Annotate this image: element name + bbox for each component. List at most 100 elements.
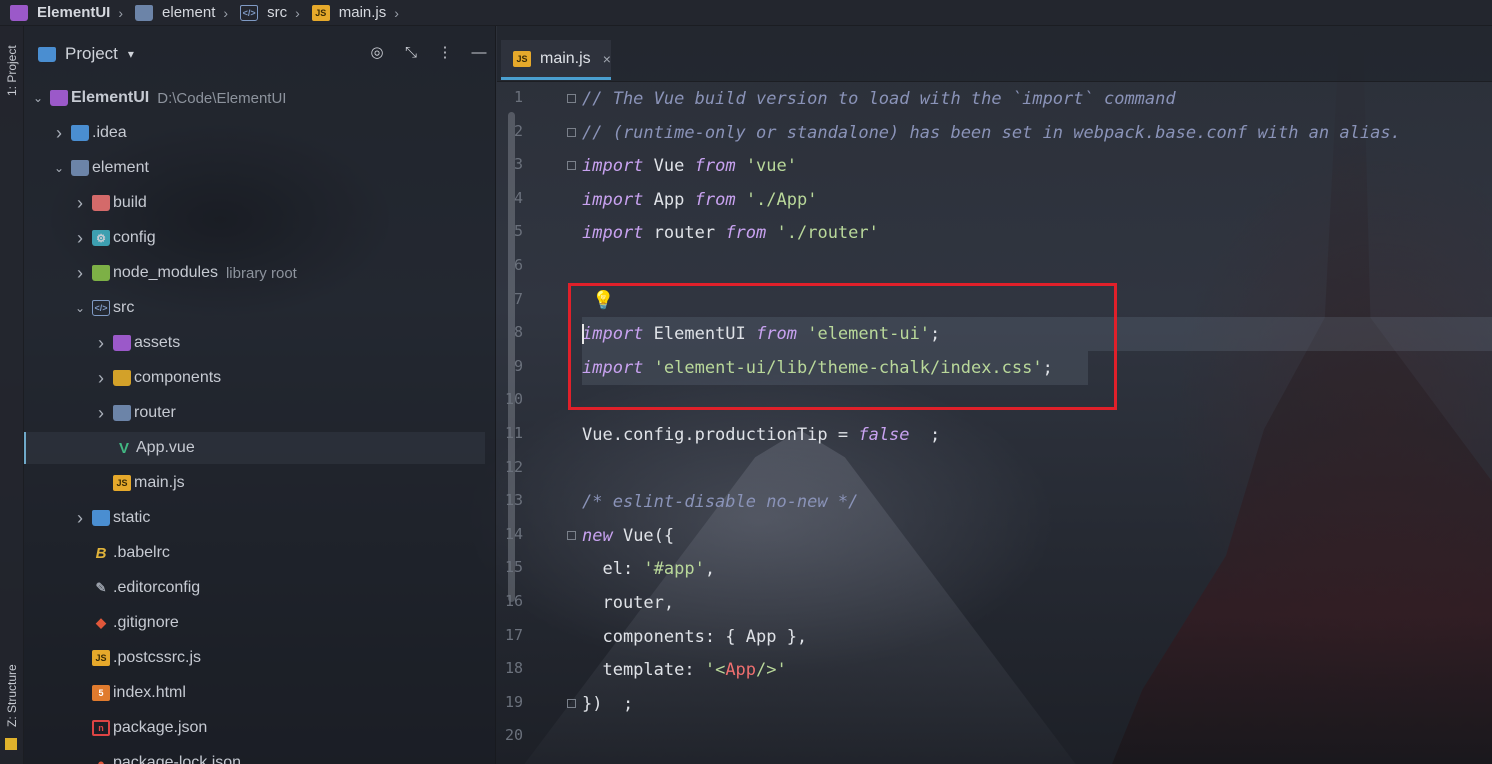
line-number: 3 (513, 155, 523, 174)
chevron-right-icon[interactable]: › (72, 263, 88, 284)
close-icon[interactable]: × (603, 51, 611, 67)
tree-item-label: ElementUI (71, 89, 150, 106)
folder-icon (92, 510, 110, 526)
code-token: './router' (776, 223, 879, 244)
tree-item-postcssrc-js[interactable]: JS .postcssrc.js (24, 642, 485, 674)
tree-item-label: router (134, 404, 176, 421)
code-token: import (582, 156, 644, 177)
chevron-right-icon[interactable]: › (93, 403, 109, 424)
code-token: import (582, 324, 644, 345)
chevron-right-icon[interactable]: › (72, 193, 88, 214)
fold-marker-icon[interactable] (567, 94, 576, 103)
tree-item-idea[interactable]: › .idea (24, 117, 485, 149)
tree-item-editorconfig[interactable]: ✎ .editorconfig (24, 572, 485, 604)
chevron-down-icon[interactable]: ⌄ (51, 161, 67, 175)
tree-item-index-html[interactable]: 5 index.html (24, 677, 485, 709)
tree-item-gitignore[interactable]: ◆ .gitignore (24, 607, 485, 639)
chevron-right-icon: › (394, 4, 399, 21)
project-tool-tab[interactable]: 1: Project (2, 36, 22, 106)
code-line: 💡 (582, 284, 1492, 318)
tree-item-main-js[interactable]: JS main.js (24, 467, 485, 499)
line-number: 18 (504, 659, 523, 678)
code-line: /* eslint-disable no-new */ (582, 485, 1492, 519)
tab-main-js[interactable]: JS main.js × (501, 40, 611, 80)
breadcrumb-project[interactable]: ElementUI (6, 0, 110, 26)
code-line: Vue.config.productionTip = false ; (582, 418, 1492, 452)
tree-item-node-modules[interactable]: › node_modules library root (24, 257, 485, 289)
tree-item-app-vue[interactable]: V App.vue (24, 432, 485, 464)
npm-icon: n (92, 720, 110, 736)
babel-icon: B (95, 544, 107, 562)
line-number: 13 (504, 491, 523, 510)
breadcrumb-src[interactable]: </> src (236, 0, 287, 26)
project-view-selector[interactable]: Project ▾ (34, 44, 134, 64)
more-vertical-icon[interactable]: ⋮ (435, 40, 455, 64)
editorconfig-icon: ✎ (95, 580, 107, 595)
breadcrumb-element[interactable]: element (131, 0, 215, 26)
tree-item-hint: library root (225, 264, 297, 282)
favorites-icon[interactable] (5, 738, 17, 750)
code-area[interactable]: // The Vue build version to load with th… (582, 82, 1492, 764)
chevron-down-icon: ▾ (127, 47, 134, 61)
fold-marker-icon[interactable] (567, 530, 576, 540)
line-number: 15 (504, 558, 523, 577)
fold-marker-icon[interactable] (567, 161, 576, 171)
chevron-right-icon[interactable]: › (93, 333, 109, 354)
breadcrumb-main-js[interactable]: JS main.js (308, 0, 386, 26)
tree-item-config[interactable]: › ⚙ config (24, 222, 485, 254)
folder-icon (92, 195, 110, 211)
structure-tool-tab[interactable]: Z: Structure (2, 656, 22, 736)
collapse-icon[interactable]: ⤡ (401, 40, 421, 64)
code-token: from (756, 324, 797, 345)
line-number: 14 (504, 524, 523, 543)
tree-item-router[interactable]: › router (24, 397, 485, 429)
code-token: from (725, 223, 767, 244)
code-token: />' (756, 660, 787, 681)
tree-item-element[interactable]: ⌄ element (24, 152, 485, 184)
chevron-right-icon[interactable]: › (72, 228, 88, 249)
line-number: 8 (513, 323, 523, 342)
line-number: 20 (504, 726, 523, 745)
locate-icon[interactable]: ◎ (367, 40, 387, 64)
code-token: ; (909, 425, 941, 445)
html-file-icon: 5 (92, 685, 110, 701)
code-token: false (858, 425, 910, 445)
chevron-right-icon[interactable]: › (72, 508, 88, 529)
fold-marker-icon[interactable] (567, 127, 576, 137)
chevron-right-icon[interactable]: › (51, 123, 67, 144)
chevron-down-icon[interactable]: ⌄ (72, 301, 88, 315)
folder-icon (71, 125, 89, 141)
folder-icon (71, 160, 89, 176)
code-token: ; (930, 324, 941, 345)
tree-item-components[interactable]: › components (24, 362, 485, 394)
tree-item-assets[interactable]: › assets (24, 327, 485, 359)
tree-item-babelrc[interactable]: B .babelrc (24, 537, 485, 569)
tree-item-build[interactable]: › build (24, 187, 485, 219)
lightbulb-icon[interactable]: 💡 (592, 290, 614, 311)
minimize-icon[interactable]: — (469, 40, 489, 64)
project-panel: Project ▾ ◎ ⤡ ⋮ — ⌄ ElementUI D:\Code\Elem… (24, 26, 515, 764)
chevron-right-icon: › (295, 4, 300, 21)
text-cursor (582, 324, 584, 345)
chevron-down-icon[interactable]: ⌄ (30, 91, 46, 105)
editor: JS main.js × 1 2 3 4 5 6 7 8 9 10 11 12 13 14 15 16 17 18… (497, 26, 1492, 764)
fold-marker-icon[interactable] (567, 698, 576, 708)
tree-item-elementui[interactable]: ⌄ ElementUI D:\Code\ElementUI (24, 82, 485, 114)
line-number: 6 (513, 256, 523, 274)
js-file-icon: JS (92, 650, 110, 666)
editor-tabs: JS main.js × (497, 26, 1492, 82)
tree-item-static[interactable]: › static (24, 502, 485, 534)
code-token: , (704, 559, 716, 580)
tree-item-package-lock-json[interactable]: ● package-lock.json (24, 747, 485, 764)
tree-item-label: element (92, 159, 149, 176)
chevron-right-icon[interactable]: › (93, 368, 109, 389)
code-token: // The Vue build version to load with th… (582, 89, 1176, 109)
tree-item-src[interactable]: ⌄ </> src (24, 292, 485, 324)
tree-item-package-json[interactable]: n package.json (24, 712, 485, 744)
code-token: components: { App }, (582, 626, 808, 647)
code-line: el: '#app', (582, 552, 1492, 586)
code-token: Vue({ (612, 525, 675, 546)
